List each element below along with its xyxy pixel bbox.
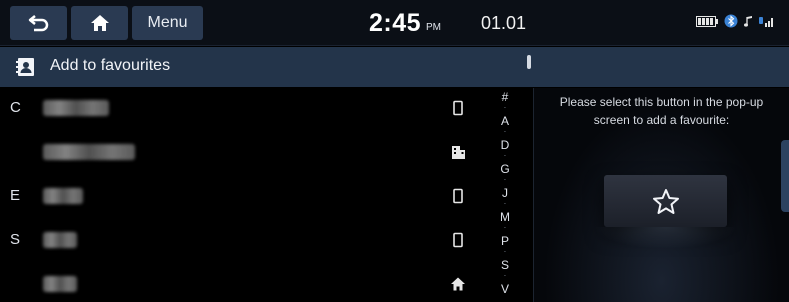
home-icon: [451, 277, 465, 291]
index-separator: ·: [503, 151, 507, 160]
mobile-icon: [453, 232, 463, 248]
index-letter[interactable]: A: [490, 114, 520, 128]
date-display: 01.01: [481, 13, 527, 33]
contact-name-redacted: [43, 276, 77, 292]
home-button[interactable]: [71, 6, 128, 40]
music-icon: [744, 16, 752, 27]
help-text: Please select this button in the pop-up …: [559, 95, 764, 127]
index-separator: ·: [503, 199, 507, 208]
back-button[interactable]: [10, 6, 67, 40]
contact-row[interactable]: E: [0, 178, 486, 214]
index-separator: ·: [503, 127, 507, 136]
index-letter[interactable]: V: [490, 282, 520, 296]
index-letter[interactable]: G: [490, 162, 520, 176]
contact-name-redacted: [43, 144, 135, 160]
section-letter: C: [10, 99, 21, 116]
clock-time: 2:45: [369, 9, 422, 37]
index-separator: ·: [503, 223, 507, 232]
status-bar: Menu 2:45 PM 01.01: [0, 0, 789, 46]
index-letter[interactable]: D: [490, 138, 520, 152]
index-separator: ·: [503, 247, 507, 256]
index-letter[interactable]: #: [490, 90, 520, 104]
mobile-icon: [453, 188, 463, 204]
button-reflection: [594, 227, 737, 249]
favourite-button-illustration: [604, 175, 727, 227]
index-separator: ·: [503, 103, 507, 112]
alphabet-index[interactable]: # · A · D · G · J · M · P · S · V: [490, 88, 520, 302]
contact-name-redacted: [43, 100, 109, 116]
side-panel-handle[interactable]: [781, 140, 789, 212]
bluetooth-icon: [724, 14, 738, 28]
help-panel: Please select this button in the pop-up …: [534, 88, 789, 302]
index-letter[interactable]: S: [490, 258, 520, 272]
menu-button[interactable]: Menu: [132, 6, 203, 40]
mobile-icon: [453, 100, 463, 116]
section-letter: S: [10, 231, 21, 248]
index-separator: ·: [503, 175, 507, 184]
index-letter[interactable]: P: [490, 234, 520, 248]
office-icon: [452, 146, 465, 159]
contact-row[interactable]: S: [0, 222, 486, 258]
battery-icon: [696, 15, 718, 27]
index-letter[interactable]: J: [490, 186, 520, 200]
contact-name-redacted: [43, 188, 83, 204]
star-icon: [652, 188, 679, 214]
back-icon: [28, 15, 48, 32]
list-scrollbar[interactable]: [527, 55, 531, 69]
section-letter: E: [10, 187, 21, 204]
contact-row[interactable]: C: [0, 90, 486, 126]
index-letter[interactable]: M: [490, 210, 520, 224]
contact-book-icon: [16, 58, 34, 76]
clock-ampm: PM: [426, 22, 441, 33]
contact-row[interactable]: [0, 134, 486, 170]
status-icons: [696, 14, 775, 28]
title-bar: Add to favourites: [0, 47, 789, 87]
signal-icon: [759, 17, 773, 27]
home-icon: [90, 15, 109, 31]
page-title: Add to favourites: [50, 57, 171, 74]
contact-name-redacted: [43, 232, 77, 248]
contact-list[interactable]: C E S: [0, 88, 486, 302]
index-separator: ·: [503, 271, 507, 280]
contact-row[interactable]: [0, 266, 486, 302]
